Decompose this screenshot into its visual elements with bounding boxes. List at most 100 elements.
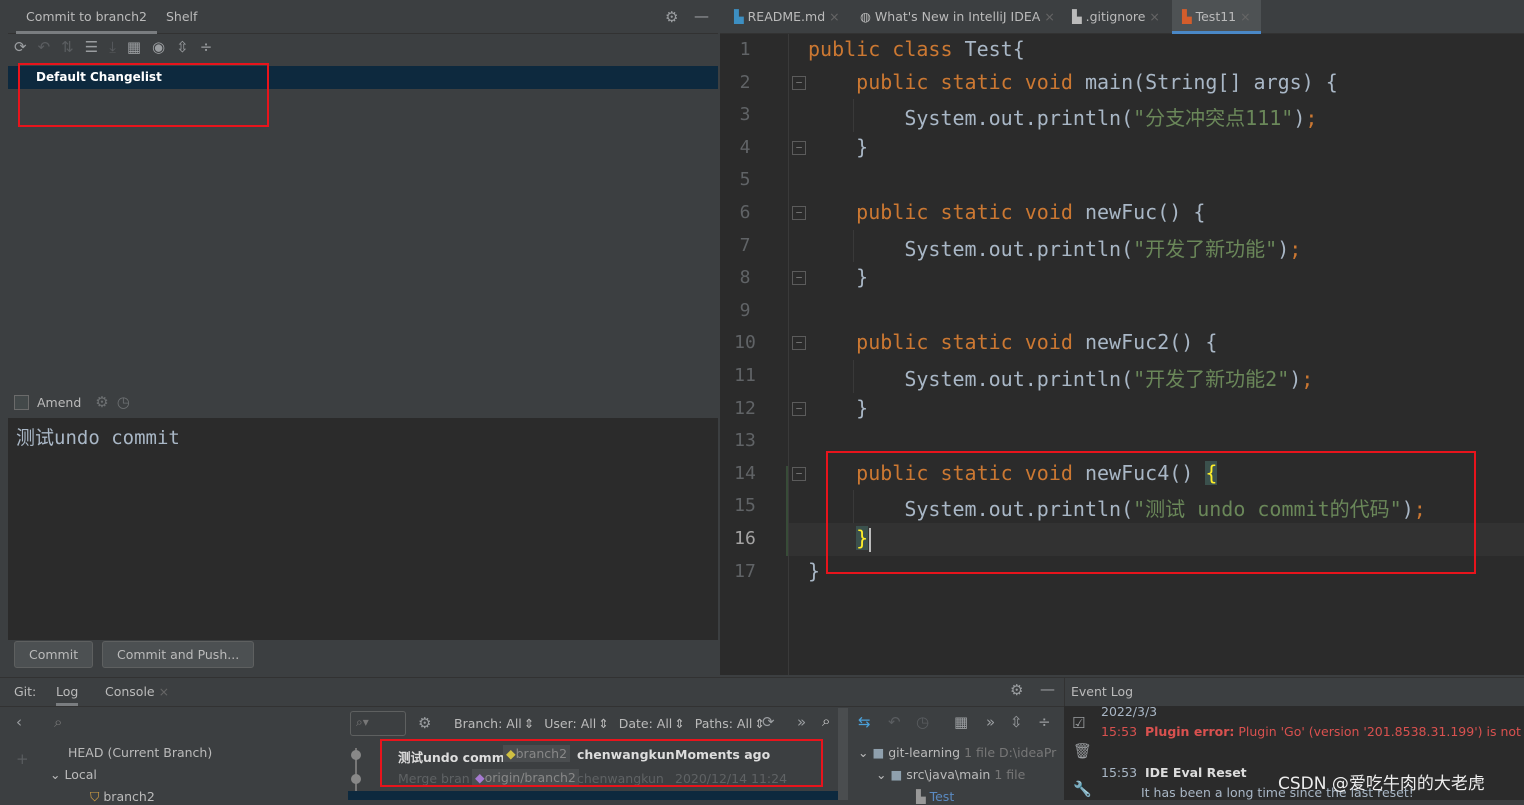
amend-label[interactable]: Amend: [37, 395, 81, 410]
code-line: }: [808, 559, 820, 583]
tab-commit[interactable]: Commit to branch2: [16, 0, 158, 34]
code-token: public static void: [808, 460, 1085, 485]
settings-icon[interactable]: ⚙: [95, 393, 108, 411]
fold-icon[interactable]: −: [792, 75, 806, 90]
more-icon[interactable]: »: [986, 713, 995, 731]
add-icon[interactable]: +: [16, 750, 29, 768]
trash-icon[interactable]: 🗑: [1073, 742, 1092, 760]
commit-row[interactable]: 测试undo commi ◆branch2 chenwangkun Moment…: [350, 744, 838, 766]
minimize-icon[interactable]: —: [694, 7, 709, 25]
globe-icon: ◍: [860, 9, 871, 24]
line-number: 15: [734, 495, 756, 517]
file-icon: ▙: [916, 789, 926, 804]
rollback-icon[interactable]: ↶: [38, 38, 51, 62]
search-icon[interactable]: ⌕: [822, 712, 830, 730]
close-icon[interactable]: ×: [1044, 9, 1054, 24]
folder-icon: ■: [872, 745, 885, 760]
wrench-icon[interactable]: 🔧: [1073, 780, 1092, 798]
refresh-icon[interactable]: ⟳: [14, 38, 27, 62]
tab-gitignore[interactable]: ▙ .gitignore ×: [1062, 0, 1170, 34]
collapse-all-icon[interactable]: ÷: [1038, 713, 1051, 731]
folder-icon: ■: [890, 767, 903, 782]
commit-row[interactable]: Merge bran ◆origin/branch2 chenwangkun 2…: [350, 768, 838, 790]
tab-test11[interactable]: ▙ Test11 ×: [1172, 0, 1261, 34]
filter-date[interactable]: Date: All: [619, 716, 673, 731]
branch-local[interactable]: ⌄ Local: [50, 767, 97, 782]
code-line: public static void newFuc4() {: [808, 460, 1218, 485]
back-icon[interactable]: ‹: [16, 713, 22, 731]
eye-icon[interactable]: ◉: [152, 38, 165, 62]
branch-tag: ◆origin/branch2: [472, 769, 579, 786]
code-token: "开发了新功能2": [1133, 367, 1290, 391]
log-scrollbar[interactable]: [838, 708, 848, 800]
fold-icon[interactable]: −: [792, 206, 806, 220]
diff-icon[interactable]: ⇆: [858, 713, 871, 731]
close-icon[interactable]: ×: [159, 684, 169, 699]
filter-paths[interactable]: Paths: All: [695, 716, 753, 731]
search-icon[interactable]: ⌕: [54, 713, 62, 731]
fold-icon[interactable]: −: [792, 271, 806, 286]
fold-icon[interactable]: −: [792, 401, 806, 416]
line-number: 17: [734, 560, 756, 582]
gear-icon[interactable]: ⚙: [665, 8, 678, 26]
close-icon[interactable]: ×: [1240, 9, 1250, 24]
gutter-separator: [788, 34, 789, 675]
code-line: System.out.println("开发了新功能");: [808, 233, 1301, 262]
tree-item-src[interactable]: ⌄ ■ src\java\main 1 file: [876, 767, 1025, 782]
line-number: 9: [739, 299, 751, 321]
text-cursor: [869, 528, 871, 552]
tab-log[interactable]: Log: [56, 684, 79, 706]
changelist-icon[interactable]: ☰: [85, 38, 98, 62]
diff-icon[interactable]: ⇅: [61, 38, 74, 62]
group-icon[interactable]: ▦: [127, 38, 141, 62]
history-icon[interactable]: ◷: [916, 713, 929, 731]
branch-branch2[interactable]: ⛉ branch2: [90, 789, 155, 805]
indent-guide: [853, 360, 854, 393]
log-search-input[interactable]: ⌕▾: [350, 711, 406, 736]
collapse-all-icon[interactable]: ÷: [200, 38, 213, 62]
expand-all-icon[interactable]: ⇳: [1010, 713, 1023, 731]
amend-checkbox[interactable]: [14, 394, 29, 410]
refresh-icon[interactable]: ⟳: [762, 713, 775, 731]
close-icon[interactable]: ×: [829, 9, 839, 24]
branch-head[interactable]: HEAD (Current Branch): [68, 745, 212, 760]
expand-all-icon[interactable]: ⇳: [176, 38, 189, 62]
line-number: 8: [739, 267, 751, 289]
changelist-row[interactable]: Default Changelist: [8, 66, 718, 89]
minimize-icon[interactable]: —: [1040, 680, 1055, 698]
event-entry: 15:53 Plugin error: Plugin 'Go' (version…: [1101, 724, 1524, 739]
history-icon[interactable]: ◷: [117, 393, 130, 411]
commit-message-input[interactable]: 测试undo commit: [8, 418, 718, 640]
commit-and-push-button[interactable]: Commit and Push...: [102, 641, 255, 668]
filter-user[interactable]: User: All: [544, 716, 596, 731]
tab-whats-new[interactable]: ◍ What's New in IntelliJ IDEA ×: [850, 0, 1065, 34]
line-number: 13: [734, 430, 756, 452]
tab-console[interactable]: Console ×: [105, 684, 169, 699]
commit-button[interactable]: Commit: [14, 641, 94, 668]
tab-readme[interactable]: ▙ README.md ×: [724, 0, 850, 34]
fold-icon[interactable]: −: [792, 336, 806, 351]
download-icon[interactable]: ⤓: [109, 38, 116, 62]
rollback-icon[interactable]: ↶: [888, 713, 901, 731]
group-icon[interactable]: ▦: [954, 713, 968, 731]
tab-shelf[interactable]: Shelf: [156, 0, 207, 34]
close-icon[interactable]: ×: [1149, 9, 1159, 24]
log-filters: Branch: All ⇕ User: All ⇕ Date: All ⇕ Paths…: [454, 716, 765, 731]
changelist-label: Default Changelist: [36, 70, 162, 84]
current-line-highlight: [789, 523, 1524, 556]
event-date: 2022/3/3: [1101, 704, 1158, 719]
tree-item-test[interactable]: ▙ Test: [916, 789, 954, 804]
code-token: ): [1277, 236, 1290, 261]
mark-read-icon[interactable]: ☑: [1072, 714, 1085, 732]
settings-icon[interactable]: ⚙: [418, 714, 431, 732]
code-token: }: [808, 265, 869, 290]
more-icon[interactable]: »: [797, 713, 806, 731]
gear-icon[interactable]: ⚙: [1010, 681, 1023, 699]
code-editor[interactable]: 1 public class Test{2 public static void …: [720, 34, 1524, 675]
fold-icon[interactable]: −: [792, 466, 806, 481]
code-token: "分支冲突点111": [1133, 106, 1294, 131]
editor-tabbar: ▙ README.md × ◍ What's New in IntelliJ I…: [720, 0, 1524, 34]
fold-icon[interactable]: −: [792, 140, 806, 155]
filter-branch[interactable]: Branch: All: [454, 716, 522, 731]
tree-item-git-learning[interactable]: ⌄ ■ git-learning 1 file D:\ideaPr: [858, 745, 1056, 760]
